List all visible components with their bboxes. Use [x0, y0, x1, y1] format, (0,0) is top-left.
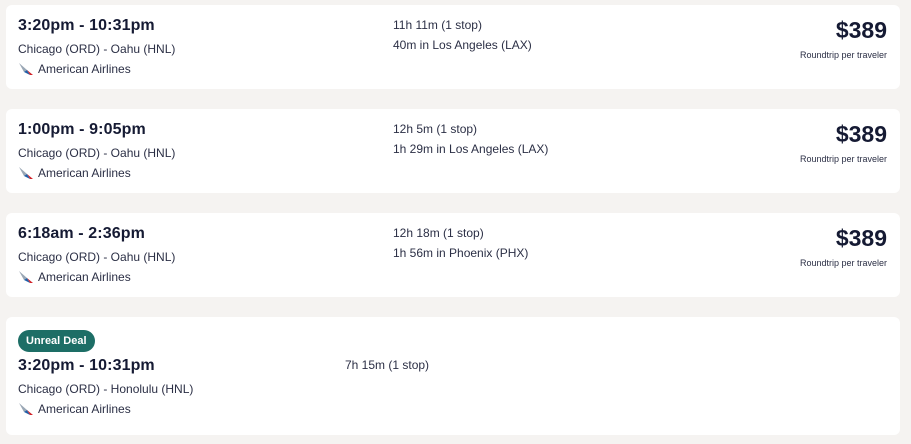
flight-result-card[interactable]: 6:18am - 2:36pm Chicago (ORD) - Oahu (HN…: [6, 213, 900, 297]
price: $389: [835, 121, 887, 147]
american-airlines-logo-icon: [19, 403, 33, 415]
price-note: Roundtrip per traveler: [799, 258, 887, 268]
flight-duration: 11h 11m (1 stop): [393, 18, 482, 32]
flight-duration: 12h 18m (1 stop): [393, 226, 484, 240]
airline-name: American Airlines: [38, 270, 131, 284]
flight-duration: 12h 5m (1 stop): [393, 122, 478, 136]
flight-times: 1:00pm - 9:05pm: [18, 121, 146, 138]
flight-duration: 7h 15m (1 stop): [345, 358, 430, 372]
layover-info: 1h 29m in Los Angeles (LAX): [393, 142, 549, 156]
flight-result-card[interactable]: 3:20pm - 10:31pm Chicago (ORD) - Oahu (H…: [6, 5, 900, 89]
airline-row: American Airlines: [18, 401, 131, 417]
flight-result-card[interactable]: Unreal Deal 3:20pm - 10:31pm Chicago (OR…: [6, 317, 900, 435]
american-airlines-logo-icon: [19, 271, 33, 283]
american-airlines-logo-icon: [19, 63, 33, 75]
airline-row: American Airlines: [18, 61, 131, 77]
layover-info: 1h 56m in Phoenix (PHX): [393, 246, 529, 260]
airline-name: American Airlines: [38, 62, 131, 76]
unreal-deal-badge: Unreal Deal: [18, 330, 95, 352]
flight-times: 3:20pm - 10:31pm: [18, 17, 155, 34]
price-note: Roundtrip per traveler: [799, 50, 887, 60]
price: $389: [835, 17, 887, 43]
airline-name: American Airlines: [38, 166, 131, 180]
price: $389: [835, 225, 887, 251]
american-airlines-logo-icon: [19, 167, 33, 179]
flight-route: Chicago (ORD) - Oahu (HNL): [18, 250, 176, 264]
flight-times: 6:18am - 2:36pm: [18, 225, 145, 242]
flight-times: 3:20pm - 10:31pm: [18, 357, 155, 374]
flight-result-card[interactable]: 1:00pm - 9:05pm Chicago (ORD) - Oahu (HN…: [6, 109, 900, 193]
flight-route: Chicago (ORD) - Oahu (HNL): [18, 42, 176, 56]
airline-name: American Airlines: [38, 402, 131, 416]
flight-route: Chicago (ORD) - Honolulu (HNL): [18, 382, 194, 396]
airline-row: American Airlines: [18, 165, 131, 181]
layover-info: 40m in Los Angeles (LAX): [393, 38, 532, 52]
airline-row: American Airlines: [18, 269, 131, 285]
flight-route: Chicago (ORD) - Oahu (HNL): [18, 146, 176, 160]
price-note: Roundtrip per traveler: [799, 154, 887, 164]
